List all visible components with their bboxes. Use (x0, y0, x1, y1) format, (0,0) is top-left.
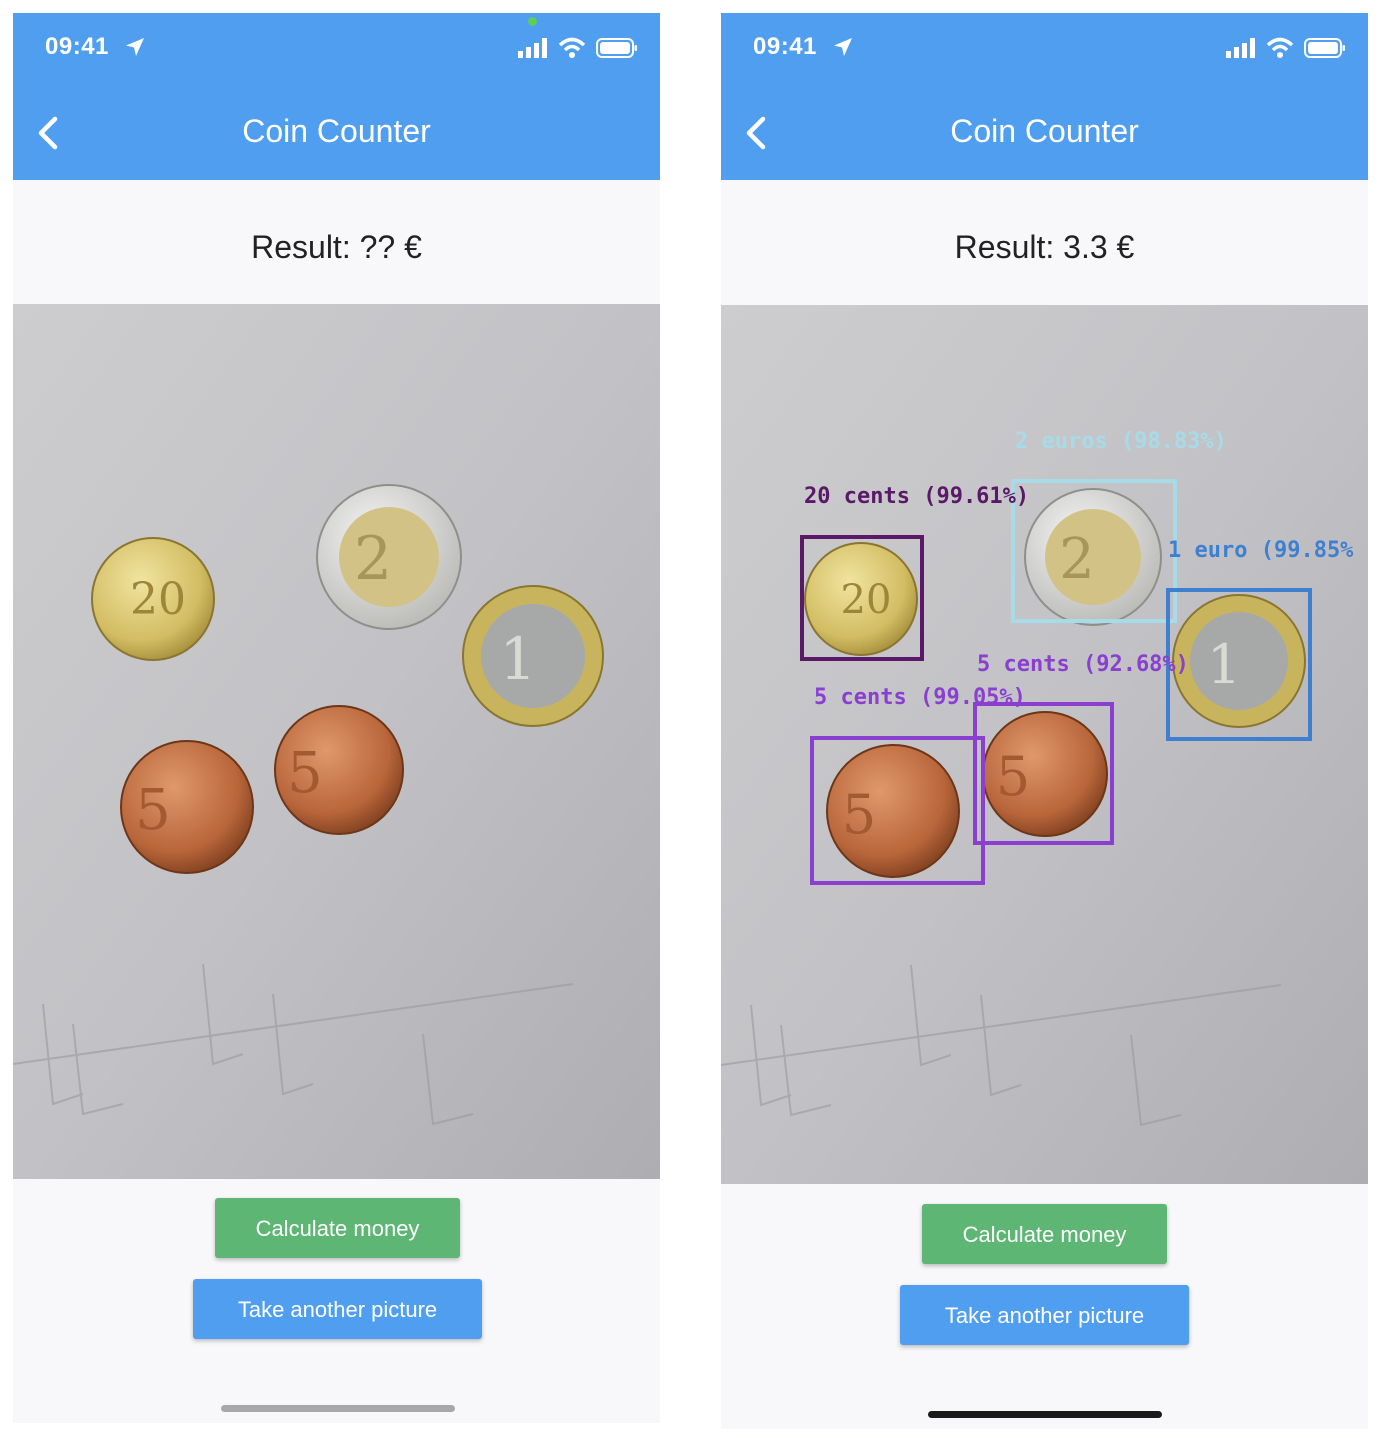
svg-text:5: 5 (996, 745, 1030, 808)
wifi-icon (558, 37, 586, 58)
coin-photo-with-detections: 20 2 1 5 5 2 euros (98.83%) 20 cents (99… (721, 305, 1368, 1184)
coin-2-euros: 2 (1024, 488, 1162, 626)
result-text: Result: ?? € (251, 229, 422, 265)
status-time: 09:41 (45, 33, 109, 60)
location-arrow-icon (834, 38, 852, 56)
detection-label-20-cents: 20 cents (99.61%) (804, 484, 1029, 509)
battery-icon (596, 38, 637, 58)
detection-label-1-euro: 1 euro (99.85% (1168, 538, 1354, 563)
detection-label-5-cents-a: 5 cents (92.68%) (977, 652, 1189, 677)
detection-label-2-euros: 2 euros (98.83%) (1015, 429, 1227, 454)
app-bar: 09:41 Coin Counter (13, 13, 660, 180)
battery-icon (1304, 38, 1345, 58)
wifi-icon (1266, 37, 1294, 58)
privacy-indicator-dot (528, 17, 537, 26)
svg-text:1: 1 (500, 625, 537, 693)
page-title: Coin Counter (950, 113, 1139, 149)
coin-5-cents: 5 (982, 711, 1108, 837)
signal-icon (1226, 38, 1255, 58)
svg-text:2: 2 (1059, 527, 1095, 592)
phone-screen-after: 09:41 Coin Counter Result: 3.3 € 20 2 1 … (721, 13, 1368, 1429)
svg-text:20: 20 (841, 577, 892, 623)
coin-5-cents: 5 (120, 740, 254, 874)
signal-icon (518, 38, 547, 58)
svg-text:2: 2 (354, 524, 392, 594)
detection-label-5-cents-b: 5 cents (99.05%) (814, 685, 1026, 710)
coin-1-euro: 1 (1172, 594, 1306, 728)
coin-20-cents: 20 (804, 542, 918, 656)
coin-5-cents: 5 (274, 705, 404, 835)
page-title: Coin Counter (242, 113, 431, 149)
home-indicator (221, 1405, 455, 1412)
svg-text:1: 1 (1207, 633, 1241, 696)
take-another-picture-button[interactable]: Take another picture (900, 1285, 1189, 1345)
phone-screen-before: 09:41 Coin Counter Result: ?? € 20 2 1 5… (13, 13, 660, 1423)
svg-text:5: 5 (135, 778, 171, 843)
svg-text:5: 5 (287, 741, 323, 806)
status-time: 09:41 (753, 33, 817, 60)
coin-1-euro: 1 (462, 585, 604, 727)
app-bar: 09:41 Coin Counter (721, 13, 1368, 180)
coin-photo: 20 2 1 5 5 (13, 304, 660, 1179)
coin-2-euros: 2 (316, 484, 462, 630)
home-indicator (928, 1411, 1162, 1418)
location-arrow-icon (126, 38, 144, 56)
svg-text:20: 20 (130, 574, 186, 625)
take-another-picture-button[interactable]: Take another picture (193, 1279, 482, 1339)
svg-text:5: 5 (842, 783, 876, 846)
coin-5-cents: 5 (826, 744, 960, 878)
result-text: Result: 3.3 € (954, 229, 1135, 265)
calculate-money-button[interactable]: Calculate money (922, 1204, 1167, 1264)
coin-20-cents: 20 (91, 537, 215, 661)
calculate-money-button[interactable]: Calculate money (215, 1198, 460, 1258)
